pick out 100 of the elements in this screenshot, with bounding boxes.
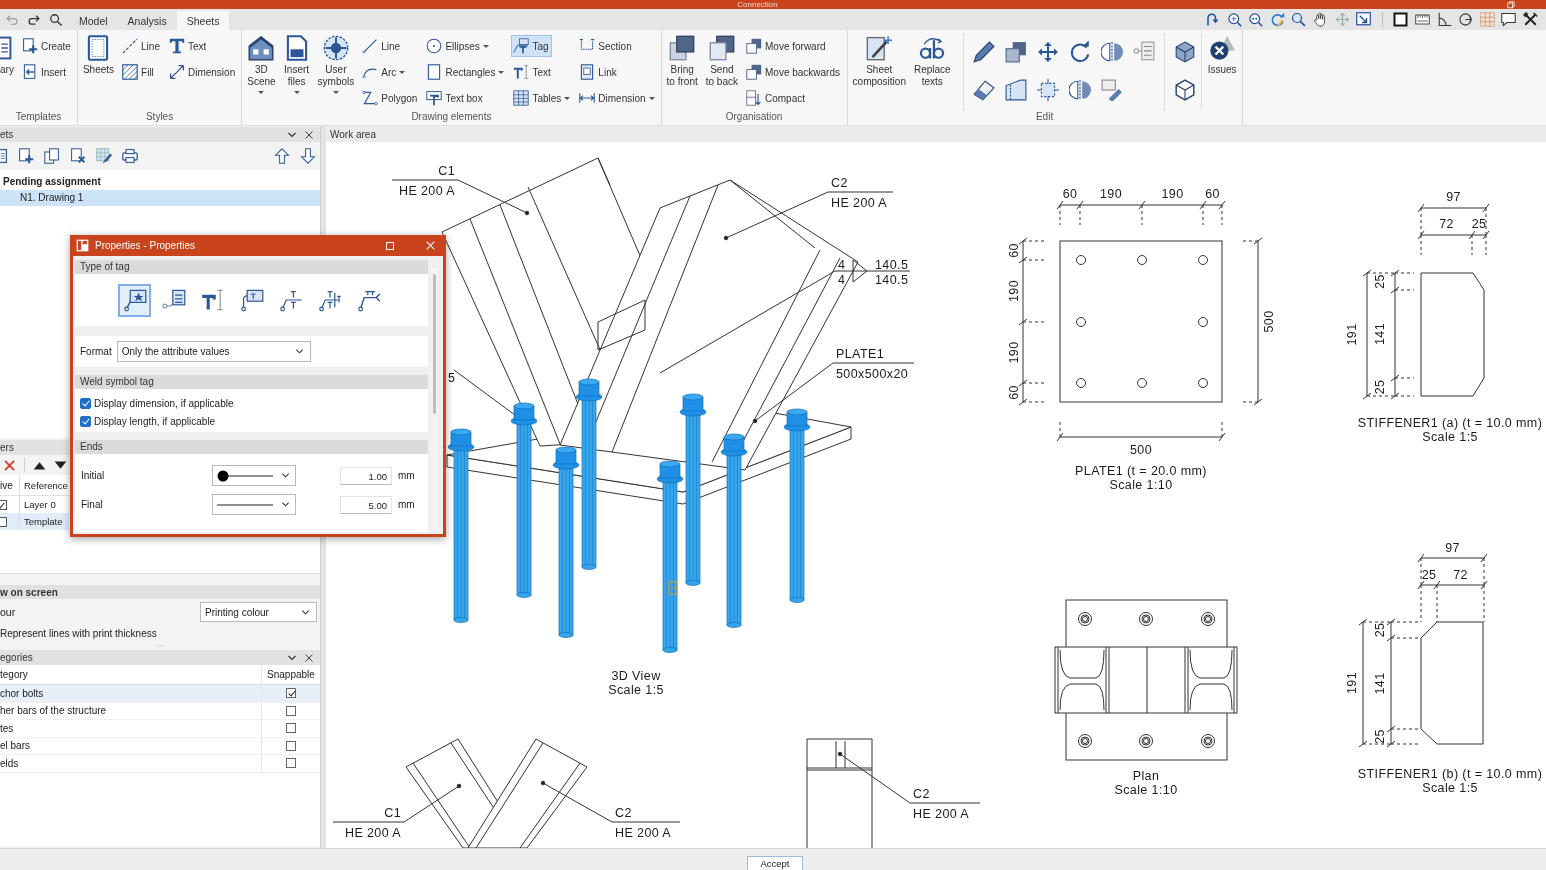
ribbon-button[interactable]: User symbols xyxy=(315,33,357,111)
search-icon[interactable] xyxy=(49,12,63,27)
close-icon[interactable] xyxy=(304,129,314,140)
ribbon-button[interactable]: Text xyxy=(166,35,210,57)
checkbox[interactable] xyxy=(0,516,7,527)
checkbox[interactable] xyxy=(80,397,91,409)
list-icon[interactable] xyxy=(1132,41,1155,63)
ribbon-button[interactable]: Create xyxy=(19,35,74,57)
arrow-up-icon[interactable] xyxy=(274,148,290,164)
ribbon-tab[interactable]: Sheets xyxy=(176,11,230,30)
ribbon-button[interactable]: Sheets xyxy=(80,33,117,111)
refresh-icon[interactable] xyxy=(1269,12,1285,27)
ribbon-button[interactable]: Arc xyxy=(360,61,409,83)
line-end-dropdown[interactable] xyxy=(212,465,296,486)
cube-icon[interactable] xyxy=(1173,41,1196,63)
angle-icon[interactable] xyxy=(1436,12,1452,27)
copy-icon[interactable] xyxy=(1004,41,1027,63)
ribbon-tab[interactable]: Analysis xyxy=(117,11,177,30)
grid-edit-icon[interactable] xyxy=(96,148,112,164)
ribbon-button[interactable]: Send to back xyxy=(703,33,740,111)
mirror-icon[interactable] xyxy=(1100,41,1123,63)
move-icon[interactable] xyxy=(1036,41,1059,63)
zoom-fit-icon[interactable] xyxy=(1226,12,1242,27)
comment-icon[interactable] xyxy=(1501,12,1517,27)
pages-icon[interactable] xyxy=(44,148,60,164)
table-row[interactable]: elds xyxy=(0,755,320,773)
checkbox[interactable] xyxy=(80,415,91,427)
ribbon-button[interactable]: Tables xyxy=(511,87,574,109)
restore-icon[interactable] xyxy=(1507,0,1515,9)
ribbon-button[interactable]: Line xyxy=(360,35,404,57)
ribbon-button[interactable]: Line xyxy=(120,35,163,57)
ribbon-button[interactable]: Issues xyxy=(1205,33,1239,111)
ruler-icon[interactable] xyxy=(1415,12,1431,27)
table-row[interactable]: Template xyxy=(0,513,69,530)
ribbon-button[interactable]: Move forward xyxy=(744,35,829,57)
redo-icon[interactable] xyxy=(27,12,41,27)
accept-button[interactable]: Accept xyxy=(747,856,803,870)
tag-type-button[interactable] xyxy=(118,283,151,317)
ribbon-button[interactable]: Section xyxy=(577,35,635,57)
square-icon[interactable] xyxy=(1393,12,1409,27)
rotate-icon[interactable] xyxy=(1068,41,1091,63)
page-delete-icon[interactable] xyxy=(70,148,86,164)
ribbon-button[interactable]: Text xyxy=(511,61,554,83)
mirror-icon[interactable] xyxy=(1068,79,1091,101)
zoom-double-icon[interactable] xyxy=(1248,12,1264,27)
zoom-icon[interactable] xyxy=(1291,12,1307,27)
page-edge-icon[interactable] xyxy=(0,148,8,164)
tools-icon[interactable] xyxy=(1523,12,1538,27)
ribbon-button[interactable]: Tag xyxy=(511,35,552,57)
ribbon-button[interactable]: Dimension xyxy=(577,87,658,109)
ribbon-button[interactable]: Move backwards xyxy=(744,61,843,83)
ribbon-button[interactable]: Polygon xyxy=(360,87,421,109)
ribbon-button[interactable]: 3D Scene xyxy=(245,33,278,111)
delete-icon[interactable] xyxy=(3,458,16,472)
ribbon-button[interactable]: Dimension xyxy=(166,61,239,83)
checkbox[interactable] xyxy=(286,723,296,734)
ribbon-button[interactable]: Compact xyxy=(744,87,808,109)
checkbox[interactable] xyxy=(286,705,296,716)
ribbon-button[interactable]: Replace texts xyxy=(911,33,953,111)
format-dropdown[interactable]: Only the attribute values xyxy=(116,341,311,362)
table-row[interactable]: her bars of the structure xyxy=(0,702,320,720)
ribbon-button[interactable]: Insert xyxy=(19,61,69,83)
tree-item[interactable]: N1. Drawing 1 xyxy=(0,190,320,206)
scrollbar-thumb[interactable] xyxy=(433,274,436,414)
table-row[interactable]: el bars xyxy=(0,737,320,755)
view-rotate-icon[interactable] xyxy=(1205,12,1221,27)
stretch-icon[interactable] xyxy=(1004,79,1027,101)
eraser-icon[interactable] xyxy=(972,79,995,101)
table-row[interactable]: tes xyxy=(0,720,320,738)
ribbon-button[interactable]: Link xyxy=(577,61,620,83)
arrow-down-icon[interactable] xyxy=(300,148,316,164)
ribbon-button[interactable]: Bring to front xyxy=(664,33,700,111)
ribbon-button[interactable]: Fill xyxy=(120,61,157,83)
ribbon-tab[interactable]: Model xyxy=(69,11,118,30)
pencil-icon[interactable] xyxy=(972,41,995,63)
ribbon-button[interactable]: Rectangles xyxy=(424,61,508,83)
ribbon-button[interactable]: Ellipses xyxy=(424,35,492,57)
printer-icon[interactable] xyxy=(122,148,138,164)
cube-outline-icon[interactable] xyxy=(1173,79,1196,101)
close-light-icon[interactable] xyxy=(425,240,436,251)
checkbox[interactable] xyxy=(286,740,296,751)
page-plus-icon[interactable] xyxy=(18,148,34,164)
checkbox[interactable] xyxy=(286,688,296,699)
ribbon-button[interactable]: ary xyxy=(0,33,16,111)
colour-dropdown[interactable]: Printing colour xyxy=(200,602,317,622)
ribbon-button[interactable]: Insert files xyxy=(281,33,312,111)
dashed-square-icon[interactable] xyxy=(1036,79,1059,101)
brush-icon[interactable] xyxy=(1100,79,1123,101)
ribbon-button[interactable]: Sheet composition xyxy=(850,33,908,111)
checkbox[interactable] xyxy=(286,758,296,769)
close-icon[interactable] xyxy=(304,652,314,663)
maximize-icon[interactable] xyxy=(385,240,395,251)
size-field[interactable]: 1.00 xyxy=(340,466,392,485)
tree-item[interactable]: Pending assignment xyxy=(0,174,320,190)
table-row[interactable]: chor bolts xyxy=(0,685,320,703)
ribbon-button[interactable]: Text box xyxy=(424,87,486,109)
checkbox[interactable] xyxy=(0,499,7,510)
scrollbar-track[interactable] xyxy=(431,268,438,530)
bolt-hole xyxy=(1198,317,1208,327)
size-field[interactable]: 5.00 xyxy=(340,495,392,514)
